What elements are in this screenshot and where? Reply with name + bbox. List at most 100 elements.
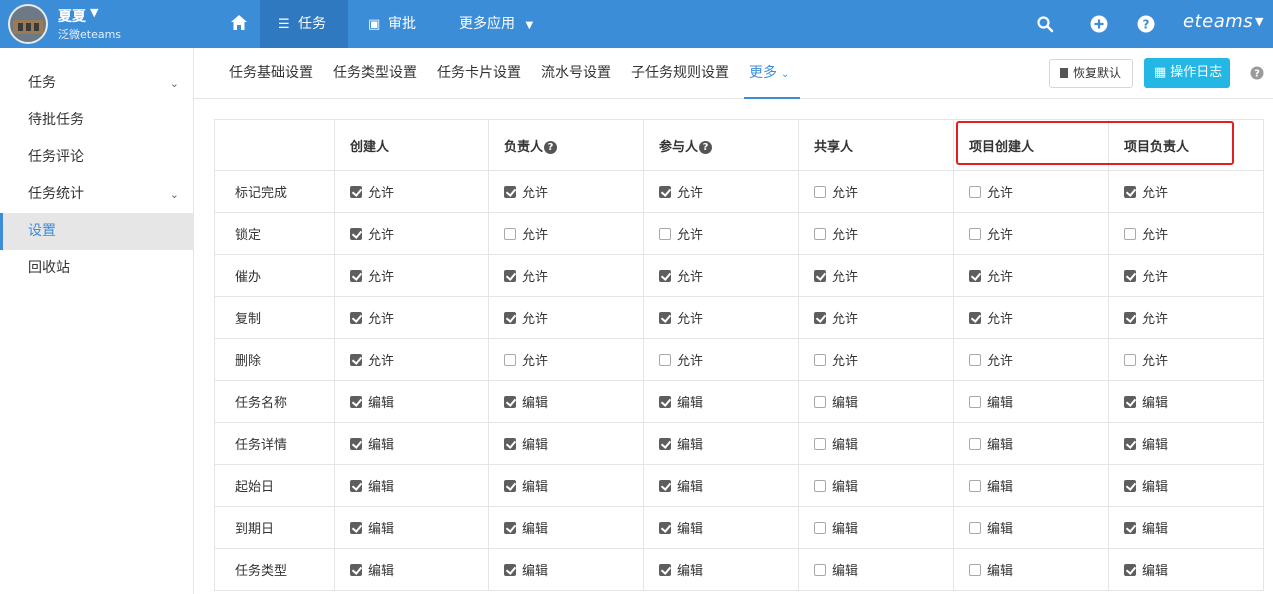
sidebar-item-task[interactable]: 任务 ⌄ <box>0 65 193 102</box>
checkbox-checked[interactable] <box>659 564 671 576</box>
checkbox-checked[interactable] <box>1124 438 1136 450</box>
checkbox-checked[interactable] <box>814 312 826 324</box>
checkbox-checked[interactable] <box>659 186 671 198</box>
checkbox-unchecked[interactable] <box>969 396 981 408</box>
avatar-detail <box>34 23 39 31</box>
sidebar-item-pending[interactable]: 待批任务 <box>0 102 193 139</box>
user-name[interactable]: 夏夏 <box>58 6 86 26</box>
nav-tab-approve[interactable]: ▣ 审批 <box>360 0 446 48</box>
sidebar-item-stats[interactable]: 任务统计 ⌄ <box>0 176 193 213</box>
nav-tab-more-apps[interactable]: 更多应用 ▼ <box>452 0 562 48</box>
avatar[interactable] <box>8 4 48 44</box>
tab-basic-settings[interactable]: 任务基础设置 <box>229 48 313 99</box>
checkbox-checked[interactable] <box>350 228 362 240</box>
checkbox-checked[interactable] <box>350 354 362 366</box>
checkbox-unchecked[interactable] <box>814 438 826 450</box>
sidebar-item-settings[interactable]: 设置 <box>0 213 193 250</box>
checkbox-checked[interactable] <box>350 522 362 534</box>
checkbox-unchecked[interactable] <box>814 354 826 366</box>
table-row: 锁定 允许 允许 允许 允许 允许 允许 <box>214 212 1264 255</box>
help-icon[interactable]: ? <box>1250 66 1264 80</box>
question-icon[interactable]: ? <box>544 140 558 154</box>
checkbox-unchecked[interactable] <box>814 228 826 240</box>
tab-more[interactable]: 更多 ⌄ <box>744 48 800 99</box>
checkbox-checked[interactable] <box>814 270 826 282</box>
permission-cell: 编辑 <box>334 548 489 591</box>
column-header-label: 负责人 <box>504 139 544 155</box>
checkbox-checked[interactable] <box>350 270 362 282</box>
checkbox-checked[interactable] <box>659 396 671 408</box>
checkbox-unchecked[interactable] <box>969 564 981 576</box>
checkbox-unchecked[interactable] <box>969 522 981 534</box>
checkbox-unchecked[interactable] <box>814 186 826 198</box>
checkbox-checked[interactable] <box>659 522 671 534</box>
checkbox-unchecked[interactable] <box>814 564 826 576</box>
checkbox-checked[interactable] <box>350 396 362 408</box>
brand-chevron-icon[interactable]: ▼ <box>1255 15 1263 28</box>
checkbox-checked[interactable] <box>504 480 516 492</box>
add-icon[interactable] <box>1090 15 1108 33</box>
operation-log-button[interactable]: ▦ 操作日志 <box>1144 58 1230 88</box>
checkbox-checked[interactable] <box>1124 312 1136 324</box>
checkbox-checked[interactable] <box>504 396 516 408</box>
nav-tab-task[interactable]: ☰ 任务 <box>260 0 348 48</box>
checkbox-checked[interactable] <box>1124 480 1136 492</box>
search-icon[interactable] <box>1036 15 1054 33</box>
checkbox-checked[interactable] <box>504 522 516 534</box>
checkbox-checked[interactable] <box>350 438 362 450</box>
permission-label: 允许 <box>677 270 704 285</box>
checkbox-unchecked[interactable] <box>659 354 671 366</box>
permission-cell: 允许 <box>488 170 644 213</box>
checkbox-checked[interactable] <box>350 480 362 492</box>
permission-cell: 允许 <box>1108 338 1264 381</box>
checkbox-unchecked[interactable] <box>1124 228 1136 240</box>
checkbox-checked[interactable] <box>504 270 516 282</box>
checkbox-checked[interactable] <box>659 312 671 324</box>
checkbox-checked[interactable] <box>659 480 671 492</box>
checkbox-checked[interactable] <box>1124 186 1136 198</box>
checkbox-checked[interactable] <box>659 270 671 282</box>
question-icon[interactable]: ? <box>699 140 713 154</box>
sidebar-item-comments[interactable]: 任务评论 <box>0 139 193 176</box>
checkbox-unchecked[interactable] <box>504 354 516 366</box>
restore-default-button[interactable]: 恢复默认 <box>1049 59 1133 88</box>
brand-logo[interactable]: eteams <box>1183 11 1253 32</box>
checkbox-checked[interactable] <box>1124 396 1136 408</box>
permission-cell: 允许 <box>953 212 1109 255</box>
checkbox-checked[interactable] <box>969 270 981 282</box>
checkbox-unchecked[interactable] <box>814 396 826 408</box>
permission-label: 编辑 <box>1142 564 1169 579</box>
tab-subtask-rules[interactable]: 子任务规则设置 <box>631 48 729 99</box>
checkbox-checked[interactable] <box>350 186 362 198</box>
checkbox-checked[interactable] <box>1124 270 1136 282</box>
checkbox-unchecked[interactable] <box>969 480 981 492</box>
checkbox-unchecked[interactable] <box>504 228 516 240</box>
permission-label: 允许 <box>677 186 704 201</box>
checkbox-checked[interactable] <box>350 564 362 576</box>
checkbox-checked[interactable] <box>1124 522 1136 534</box>
checkbox-unchecked[interactable] <box>969 228 981 240</box>
checkbox-checked[interactable] <box>504 564 516 576</box>
permission-label: 允许 <box>987 312 1014 327</box>
user-menu-chevron-icon[interactable]: ▼ <box>90 6 98 19</box>
checkbox-checked[interactable] <box>350 312 362 324</box>
checkbox-checked[interactable] <box>969 312 981 324</box>
checkbox-checked[interactable] <box>504 312 516 324</box>
sidebar-item-recycle-bin[interactable]: 回收站 <box>0 250 193 287</box>
checkbox-unchecked[interactable] <box>814 522 826 534</box>
checkbox-unchecked[interactable] <box>969 438 981 450</box>
checkbox-unchecked[interactable] <box>659 228 671 240</box>
checkbox-unchecked[interactable] <box>1124 354 1136 366</box>
tab-serial-settings[interactable]: 流水号设置 <box>541 48 611 99</box>
home-icon[interactable] <box>230 14 248 32</box>
checkbox-checked[interactable] <box>1124 564 1136 576</box>
checkbox-checked[interactable] <box>504 186 516 198</box>
checkbox-unchecked[interactable] <box>814 480 826 492</box>
checkbox-unchecked[interactable] <box>969 186 981 198</box>
help-icon[interactable]: ? <box>1137 15 1155 33</box>
checkbox-checked[interactable] <box>659 438 671 450</box>
tab-card-settings[interactable]: 任务卡片设置 <box>437 48 521 99</box>
tab-type-settings[interactable]: 任务类型设置 <box>333 48 417 99</box>
checkbox-unchecked[interactable] <box>969 354 981 366</box>
checkbox-checked[interactable] <box>504 438 516 450</box>
